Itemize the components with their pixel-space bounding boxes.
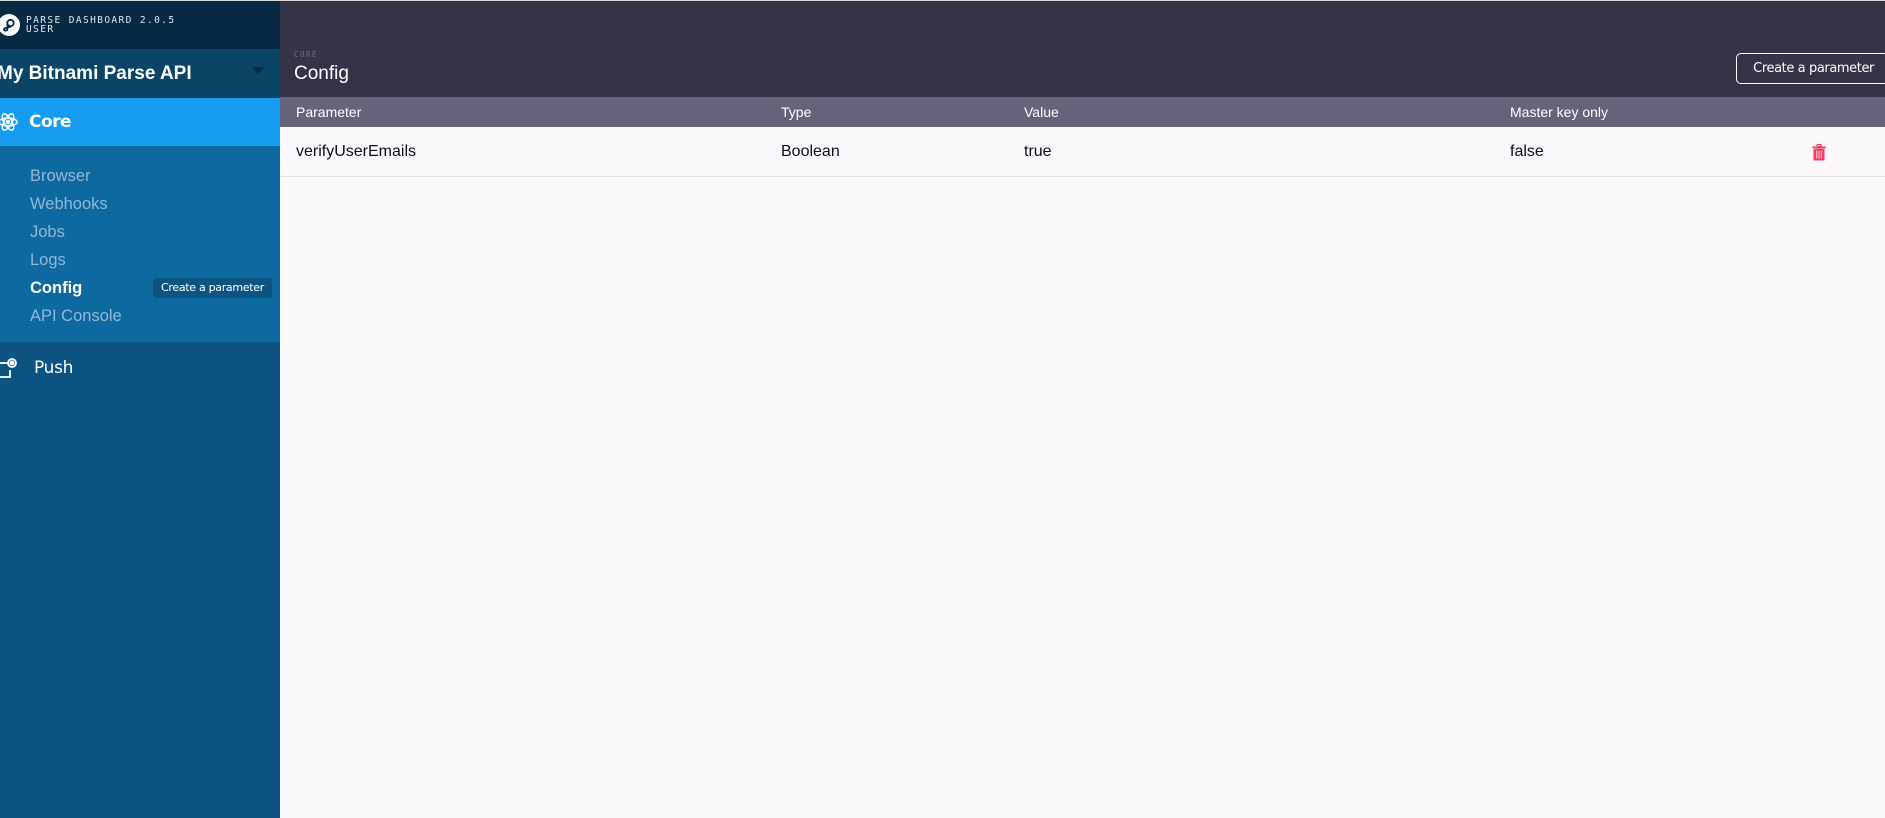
sidebar-item-label: Browser [30, 166, 91, 185]
sidebar-section-core[interactable]: Core [0, 98, 280, 146]
sidebar-section-push[interactable]: Push [0, 342, 280, 394]
sidebar-item-label: Webhooks [30, 194, 108, 213]
cell-master-key-only: false [1510, 143, 1544, 160]
caret-down-icon[interactable] [252, 67, 264, 74]
push-notification-icon [0, 358, 17, 378]
sidebar-item-label: Jobs [30, 222, 65, 241]
brand-line-2: USER [26, 24, 55, 35]
cell-value: true [1024, 143, 1052, 160]
core-subnav: Browser Webhooks Jobs Logs Config Create… [0, 146, 280, 342]
sidebar-brand: PARSE DASHBOARD 2.0.5 USER [0, 0, 280, 49]
sidebar-section-label: Core [29, 112, 72, 132]
sidebar-item-label: Config [30, 278, 83, 297]
sidebar-create-parameter-button[interactable]: Create a parameter [153, 278, 272, 298]
column-header-value: Value [1024, 104, 1059, 120]
table-row[interactable]: verifyUserEmails Boolean true false [280, 127, 1885, 177]
dashboard-version: PARSE DASHBOARD 2.0.5 USER [26, 16, 176, 35]
parse-dashboard: PARSE DASHBOARD 2.0.5 USER My Bitnami Pa… [0, 0, 1885, 818]
sidebar-item-logs[interactable]: Logs [0, 246, 280, 274]
sidebar-item-label: API Console [30, 306, 122, 325]
breadcrumb-section: CORE [294, 50, 319, 59]
app-name: My Bitnami Parse API [0, 62, 192, 84]
sidebar-item-webhooks[interactable]: Webhooks [0, 190, 280, 218]
sidebar-item-browser[interactable]: Browser [0, 162, 280, 190]
page-header: CORE Config Create a parameter [280, 0, 1885, 97]
sidebar-item-label: Logs [30, 250, 66, 269]
main-content: CORE Config Create a parameter Parameter… [280, 0, 1885, 818]
column-header-parameter: Parameter [296, 104, 362, 120]
cell-type: Boolean [781, 143, 840, 160]
sidebar-section-label: Push [34, 358, 74, 378]
sidebar-item-api-console[interactable]: API Console [0, 302, 280, 330]
sidebar: PARSE DASHBOARD 2.0.5 USER My Bitnami Pa… [0, 0, 280, 818]
create-parameter-button[interactable]: Create a parameter [1736, 53, 1885, 84]
sidebar-item-jobs[interactable]: Jobs [0, 218, 280, 246]
parse-logo-icon[interactable] [0, 14, 20, 36]
cell-parameter: verifyUserEmails [296, 143, 417, 160]
sidebar-item-config[interactable]: Config Create a parameter [0, 274, 280, 302]
table-header: Parameter Type Value Master key only [280, 97, 1885, 127]
app-switcher[interactable]: My Bitnami Parse API [0, 49, 280, 98]
trash-icon[interactable] [1812, 144, 1826, 161]
column-header-type: Type [781, 104, 812, 120]
page-title: Config [294, 63, 349, 84]
column-header-master-key-only: Master key only [1510, 104, 1609, 120]
atom-icon [0, 113, 18, 131]
